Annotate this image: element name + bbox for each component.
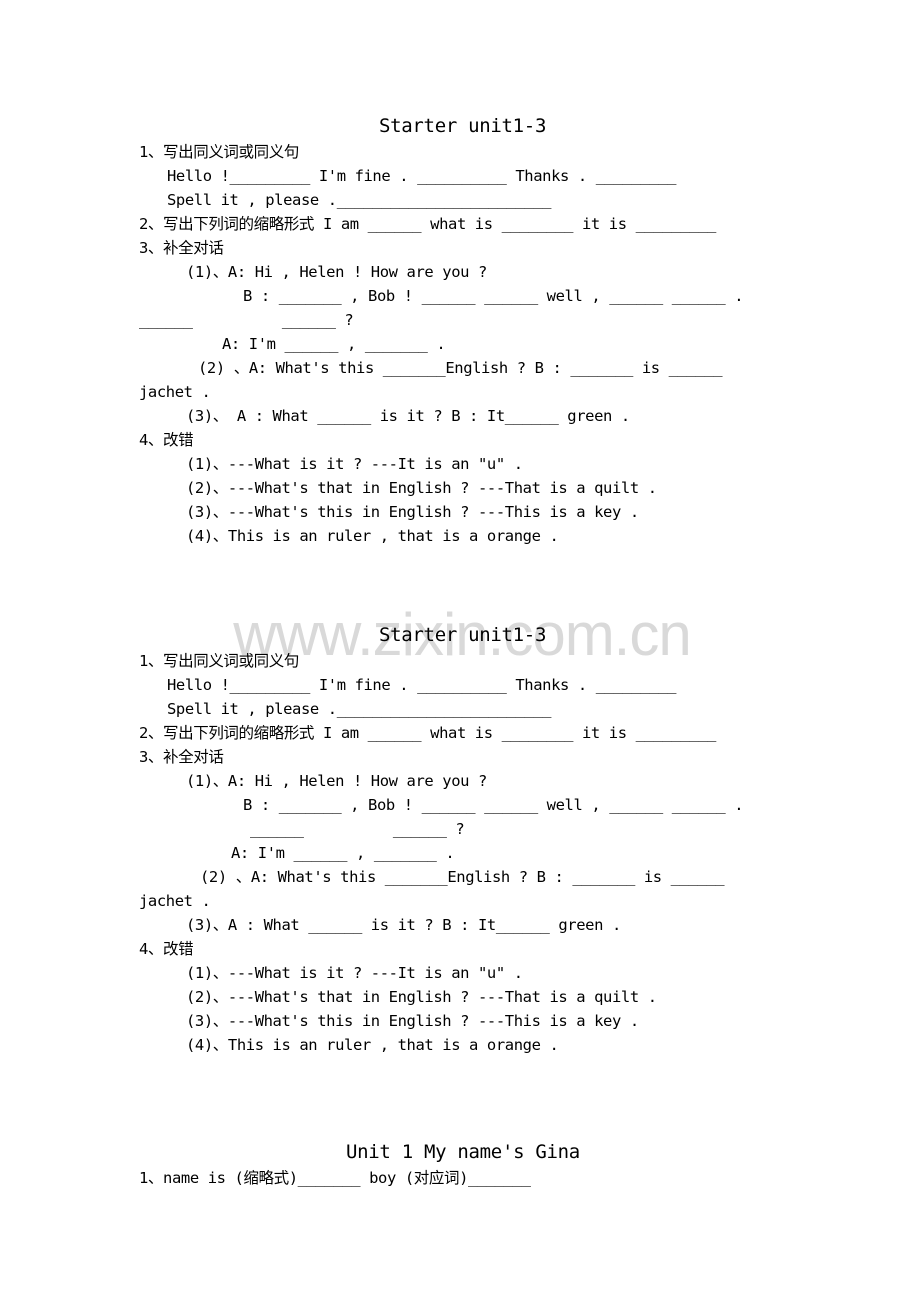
question-line: Spell it , please ._____________________… [167, 700, 552, 718]
question-line: Hello !_________ I'm fine . __________ T… [167, 167, 677, 185]
correction-line: (2)、---What's that in English ? ---That … [186, 479, 657, 497]
correction-line: (2)、---What's that in English ? ---That … [186, 988, 657, 1006]
question-heading: 4、改错 [139, 431, 194, 449]
dialogue-line: B : _______ , Bob ! ______ ______ well ,… [243, 287, 744, 305]
document-page: www.zixin.com.cn Starter unit1-3 1、写出同义词… [0, 0, 920, 1302]
dialogue-line: A: I'm ______ , _______ . [222, 335, 446, 353]
dialogue-line: B : _______ , Bob ! ______ ______ well ,… [243, 796, 744, 814]
question-heading: 3、补全对话 [139, 748, 224, 766]
correction-line: (1)、---What is it ? ---It is an "u" . [186, 964, 523, 982]
correction-line: (3)、---What's this in English ? ---This … [186, 1012, 639, 1030]
dialogue-line: ______ ______ ? [139, 311, 354, 329]
dialogue-line: (3)、A : What ______ is it ? B : It______… [186, 916, 621, 934]
question-heading: 1、写出同义词或同义句 [139, 652, 299, 670]
question-line: Spell it , please ._____________________… [167, 191, 552, 209]
question-heading: 2、写出下列词的缩略形式 I am ______ what is _______… [139, 724, 716, 742]
correction-line: (1)、---What is it ? ---It is an "u" . [186, 455, 523, 473]
correction-line: (4)、This is an ruler , that is a orange … [186, 1036, 559, 1054]
dialogue-line: A: I'm ______ , _______ . [231, 844, 455, 862]
dialogue-line: (2) 、A: What's this _______English ? B :… [200, 868, 725, 886]
question-heading: 4、改错 [139, 940, 194, 958]
dialogue-line: ______ ______ ? [250, 820, 465, 838]
dialogue-line: jachet . [139, 892, 211, 910]
dialogue-line: (1)、A: Hi , Helen ! How are you ? [186, 772, 487, 790]
dialogue-line: (3)、 A : What ______ is it ? B : It_____… [186, 407, 630, 425]
dialogue-line: jachet . [139, 383, 211, 401]
dialogue-line: (1)、A: Hi , Helen ! How are you ? [186, 263, 487, 281]
section-title: Unit 1 My name's Gina [346, 1141, 580, 1163]
correction-line: (4)、This is an ruler , that is a orange … [186, 527, 559, 545]
dialogue-line: (2) 、A: What's this _______English ? B :… [198, 359, 723, 377]
question-heading: 2、写出下列词的缩略形式 I am ______ what is _______… [139, 215, 716, 233]
section-title: Starter unit1-3 [379, 115, 547, 137]
section-title: Starter unit1-3 [379, 624, 547, 646]
question-heading: 3、补全对话 [139, 239, 224, 257]
question-heading: 1、写出同义词或同义句 [139, 143, 299, 161]
correction-line: (3)、---What's this in English ? ---This … [186, 503, 639, 521]
question-line: Hello !_________ I'm fine . __________ T… [167, 676, 677, 694]
question-heading: 1、name is (缩略式)_______ boy (对应词)_______ [139, 1169, 531, 1187]
